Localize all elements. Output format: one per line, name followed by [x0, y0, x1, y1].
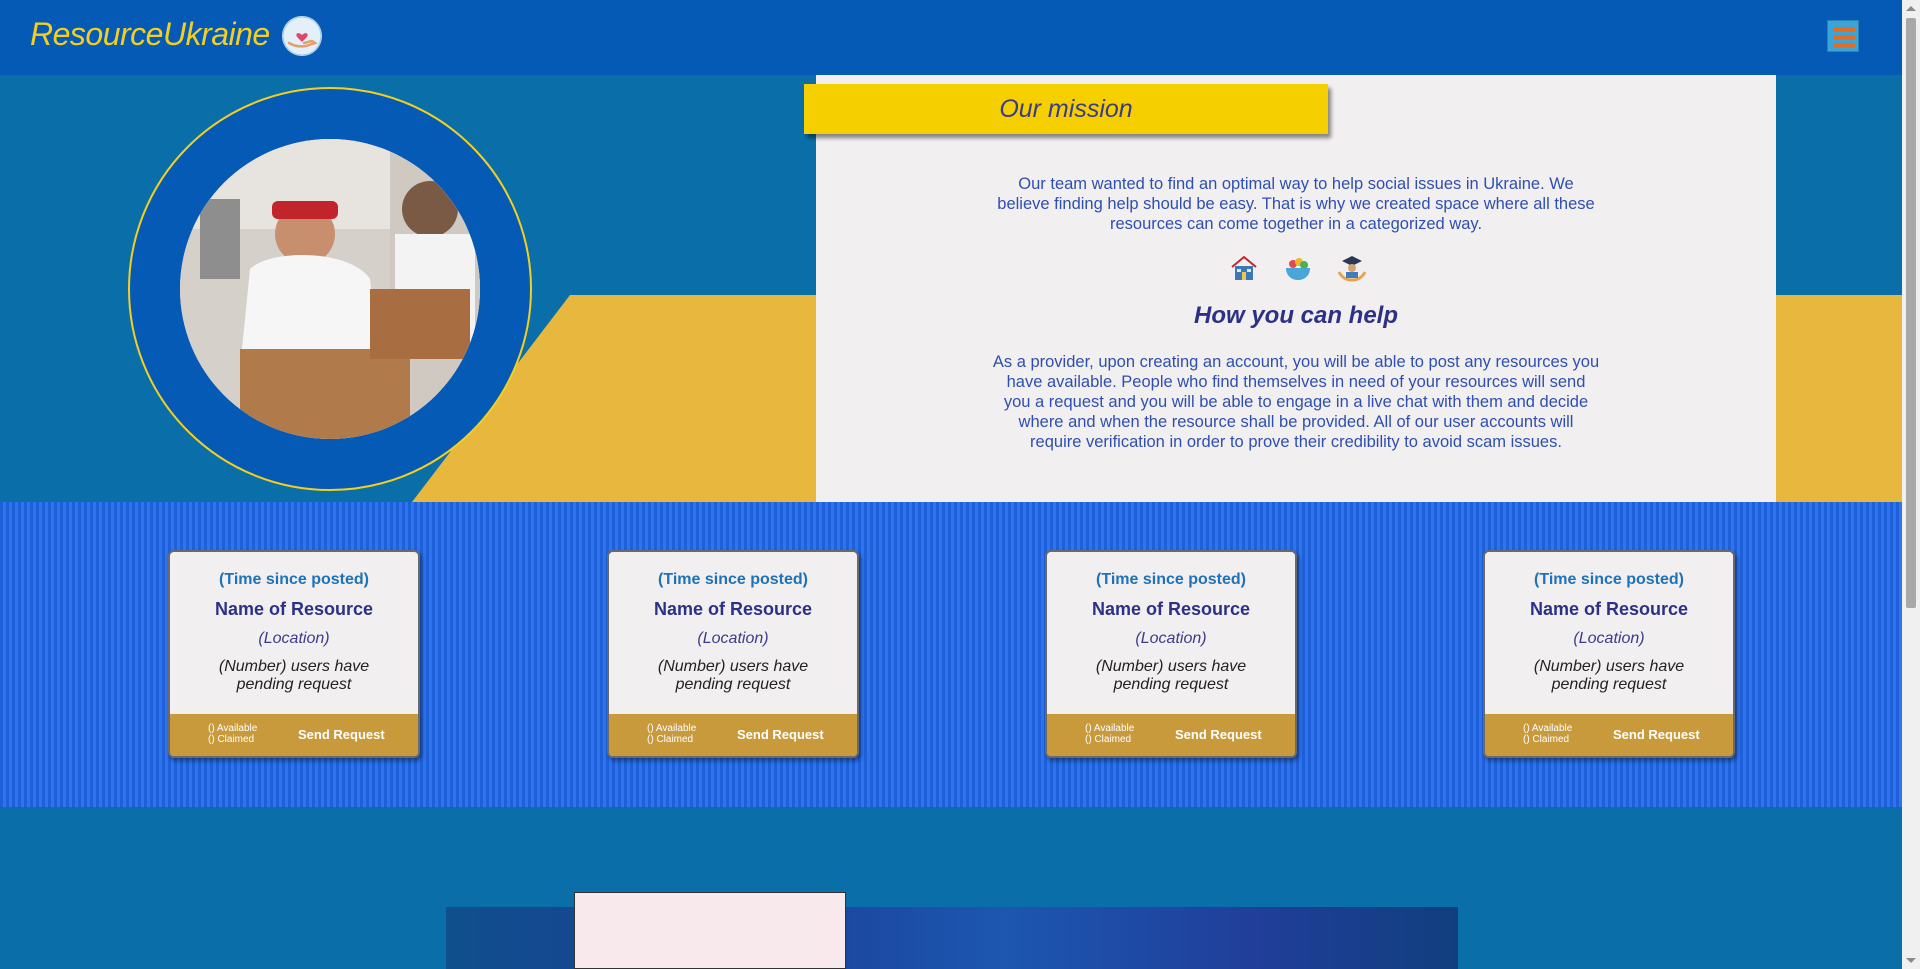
bottom-section	[0, 807, 1902, 969]
card-counts: () Available () Claimed	[1523, 723, 1572, 745]
volunteer-photo	[180, 139, 480, 439]
help-text: As a provider, upon creating an account,…	[992, 353, 1600, 451]
card-available: () Available	[647, 723, 697, 734]
card-resource-name: Name of Resource	[1529, 599, 1689, 619]
card-location: (Location)	[697, 630, 769, 647]
resource-cards-section: (Time since posted) Name of Resource (Lo…	[0, 502, 1902, 807]
card-location: (Location)	[1135, 630, 1207, 647]
card-counts: () Available () Claimed	[1085, 723, 1134, 745]
card-counts: () Available () Claimed	[208, 723, 257, 745]
card-pending-users: (Number) users have pending request	[218, 658, 370, 693]
send-request-button[interactable]: Send Request	[1175, 727, 1262, 742]
card-claimed: () Claimed	[1085, 734, 1132, 745]
scroll-down-arrow-icon[interactable]	[1906, 958, 1916, 963]
card-pending-users: (Number) users have pending request	[657, 658, 809, 693]
card-footer: () Available () Claimed Send Request	[609, 714, 857, 756]
card-claimed: () Claimed	[647, 734, 694, 745]
resource-card[interactable]: (Time since posted) Name of Resource (Lo…	[1045, 550, 1297, 758]
food-bowl-icon	[1282, 252, 1314, 284]
card-claimed: () Claimed	[1523, 734, 1570, 745]
scroll-up-arrow-icon[interactable]	[1906, 6, 1916, 11]
card-available: () Available	[1085, 723, 1135, 734]
card-resource-name: Name of Resource	[653, 599, 813, 619]
card-available: () Available	[1523, 723, 1573, 734]
card-time-posted: (Time since posted)	[1534, 571, 1684, 588]
resource-card[interactable]: (Time since posted) Name of Resource (Lo…	[607, 550, 859, 758]
page-scrollbar[interactable]	[1902, 0, 1920, 969]
send-request-button[interactable]: Send Request	[737, 727, 824, 742]
shelter-icon	[1228, 252, 1260, 284]
volunteer-photo-frame	[128, 87, 532, 491]
card-time-posted: (Time since posted)	[1096, 571, 1246, 588]
scrollbar-thumb[interactable]	[1906, 18, 1916, 608]
site-logo[interactable]: ResourceUkraine	[30, 16, 270, 53]
card-available: () Available	[208, 723, 258, 734]
card-time-posted: (Time since posted)	[219, 571, 369, 588]
card-time-posted: (Time since posted)	[658, 571, 808, 588]
card-footer: () Available () Claimed Send Request	[1485, 714, 1733, 756]
resource-card[interactable]: (Time since posted) Name of Resource (Lo…	[1483, 550, 1735, 758]
card-location: (Location)	[258, 630, 330, 647]
card-counts: () Available () Claimed	[647, 723, 696, 745]
card-claimed: () Claimed	[208, 734, 255, 745]
navbar: ResourceUkraine	[0, 0, 1902, 75]
content-box	[574, 892, 846, 969]
card-resource-name: Name of Resource	[214, 599, 374, 619]
card-footer: () Available () Claimed Send Request	[1047, 714, 1295, 756]
hamburger-menu-icon[interactable]	[1827, 20, 1859, 52]
send-request-button[interactable]: Send Request	[1613, 727, 1700, 742]
mission-text: Our team wanted to find an optimal way t…	[997, 175, 1595, 233]
card-pending-users: (Number) users have pending request	[1095, 658, 1247, 693]
education-icon	[1336, 252, 1368, 284]
card-pending-users: (Number) users have pending request	[1533, 658, 1685, 693]
send-request-button[interactable]: Send Request	[298, 727, 385, 742]
mission-title: Our mission	[804, 84, 1328, 134]
card-resource-name: Name of Resource	[1091, 599, 1251, 619]
resource-card[interactable]: (Time since posted) Name of Resource (Lo…	[168, 550, 420, 758]
heart-hand-icon	[282, 16, 322, 56]
card-location: (Location)	[1573, 630, 1645, 647]
card-footer: () Available () Claimed Send Request	[170, 714, 418, 756]
help-title: How you can help	[1193, 302, 1399, 329]
mission-section	[0, 75, 1902, 502]
help-icons	[1228, 252, 1368, 284]
